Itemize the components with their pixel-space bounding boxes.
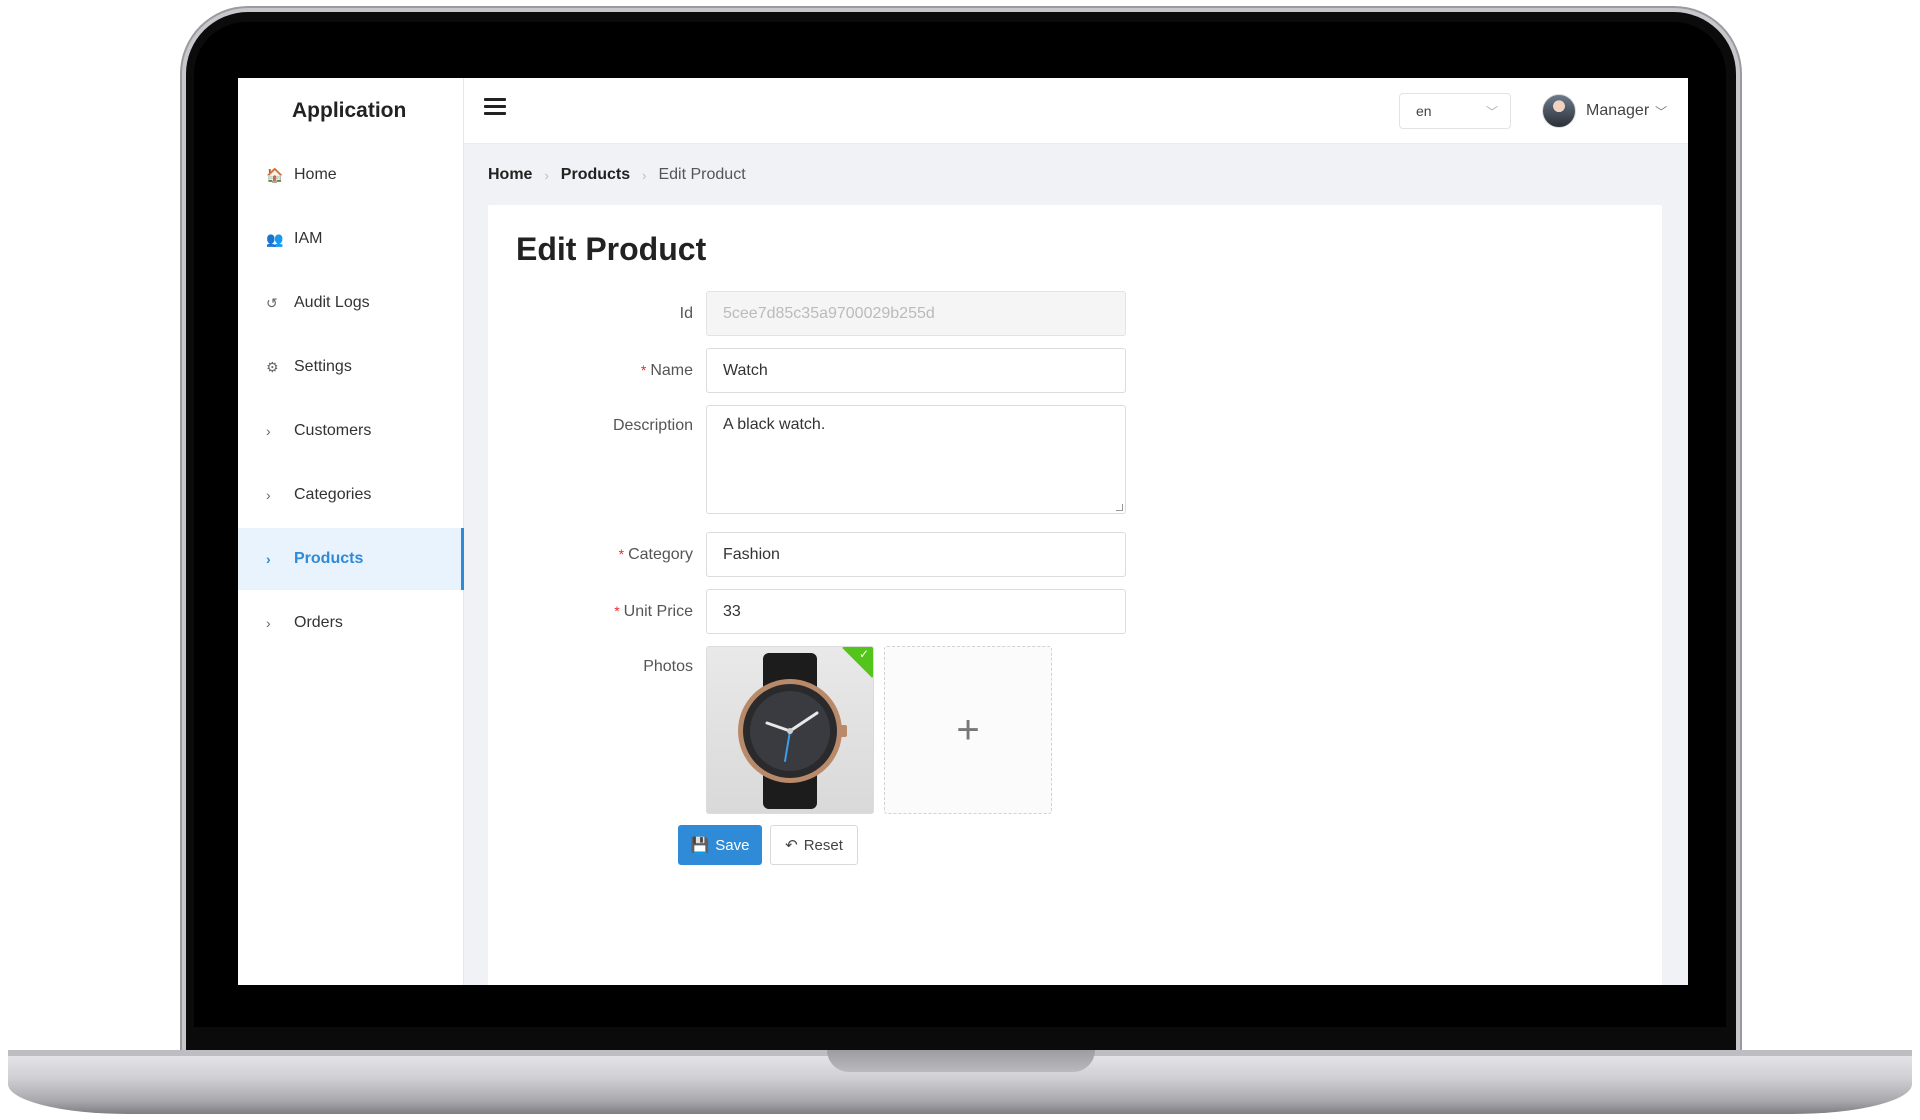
upload-photo-button[interactable]: + [884, 646, 1052, 814]
chevron-down-icon: ﹀ [1485, 105, 1498, 119]
product-photo[interactable]: ✓ [706, 646, 874, 814]
sidebar-item-label: Products [294, 550, 364, 567]
laptop-notch [827, 1050, 1095, 1072]
id-label: Id [679, 304, 693, 322]
reset-button[interactable]: ↶ Reset [770, 825, 858, 865]
name-label: * Name [640, 361, 693, 379]
required-mark: * [618, 545, 625, 562]
unit-price-label: * Unit Price [614, 602, 693, 620]
required-mark: * [640, 361, 647, 378]
edit-product-card: Edit Product Id 5cee7d85c35a9700029b255d… [488, 205, 1662, 985]
description-field[interactable]: A black watch. [706, 405, 1126, 514]
required-mark: * [614, 602, 620, 619]
history-icon: ↺ [266, 294, 278, 311]
description-label: Description [612, 417, 693, 434]
undo-icon: ↶ [785, 837, 798, 854]
user-menu[interactable]: Manager ﹀ [1542, 92, 1667, 130]
sidebar-item-categories[interactable]: › Categories [238, 464, 463, 526]
chevron-down-icon: ﹀ [1655, 104, 1668, 119]
top-header: en ﹀ Manager ﹀ [464, 78, 1688, 144]
app-screen: Application 🏠 Home 👥 IAM ↺ Audit Logs ⚙ … [238, 78, 1688, 985]
breadcrumb-separator-icon: › [544, 167, 549, 183]
id-field: 5cee7d85c35a9700029b255d [706, 291, 1126, 336]
avatar [1542, 94, 1576, 128]
breadcrumb-separator-icon: › [642, 167, 647, 183]
gear-icon: ⚙ [266, 358, 279, 375]
sidebar-item-label: Customers [294, 422, 372, 439]
sidebar-item-label: Home [294, 166, 337, 183]
check-icon: ✓ [858, 647, 869, 661]
sidebar: Application 🏠 Home 👥 IAM ↺ Audit Logs ⚙ … [238, 78, 464, 985]
category-label: * Category [618, 545, 693, 563]
unit-price-field[interactable]: 33 [706, 589, 1126, 634]
user-name: Manager [1586, 102, 1650, 119]
app-logo: Application [292, 99, 407, 122]
sidebar-item-audit-logs[interactable]: ↺ Audit Logs [238, 272, 463, 334]
sidebar-item-iam[interactable]: 👥 IAM [238, 208, 463, 270]
form-row-id: Id 5cee7d85c35a9700029b255d [488, 291, 1126, 336]
language-select[interactable]: en ﹀ [1399, 93, 1511, 129]
sidebar-item-home[interactable]: 🏠 Home [238, 144, 463, 206]
sidebar-item-orders[interactable]: › Orders [238, 592, 463, 654]
sidebar-item-settings[interactable]: ⚙ Settings [238, 336, 463, 398]
category-field[interactable]: Fashion [706, 532, 1126, 577]
breadcrumb-home[interactable]: Home [488, 166, 532, 184]
breadcrumb-products[interactable]: Products [561, 166, 630, 184]
users-icon: 👥 [266, 230, 284, 247]
name-field[interactable]: Watch [706, 348, 1126, 393]
home-icon: 🏠 [266, 166, 284, 183]
form-row-description: Description A black watch. [488, 405, 1126, 514]
photos-label: Photos [643, 658, 693, 675]
chevron-right-icon: › [266, 423, 271, 439]
form-row-unit-price: * Unit Price 33 [488, 589, 1126, 634]
sidebar-item-products[interactable]: › Products [238, 528, 464, 590]
form-row-photos: Photos ✓ + [488, 646, 1052, 814]
form-row-name: * Name Watch [488, 348, 1126, 393]
chevron-right-icon: › [266, 551, 271, 567]
sidebar-item-label: Orders [294, 614, 343, 631]
chevron-right-icon: › [266, 615, 271, 631]
language-value: en [1416, 103, 1432, 119]
breadcrumb: Home › Products › Edit Product [488, 166, 746, 184]
photo-list: ✓ + [706, 646, 1052, 814]
breadcrumb-current: Edit Product [658, 166, 746, 183]
sidebar-item-label: Audit Logs [294, 294, 370, 311]
sidebar-item-customers[interactable]: › Customers [238, 400, 463, 462]
plus-icon: + [956, 707, 980, 752]
form-row-category: * Category Fashion [488, 532, 1126, 577]
watch-image [738, 653, 847, 809]
page-title: Edit Product [516, 231, 707, 267]
menu-toggle-icon[interactable] [484, 98, 506, 120]
sidebar-item-label: Categories [294, 486, 372, 503]
sidebar-item-label: IAM [294, 230, 323, 247]
chevron-right-icon: › [266, 487, 271, 503]
save-icon: 💾 [690, 837, 710, 854]
sidebar-item-label: Settings [294, 358, 352, 375]
save-button[interactable]: 💾 Save [678, 825, 762, 865]
